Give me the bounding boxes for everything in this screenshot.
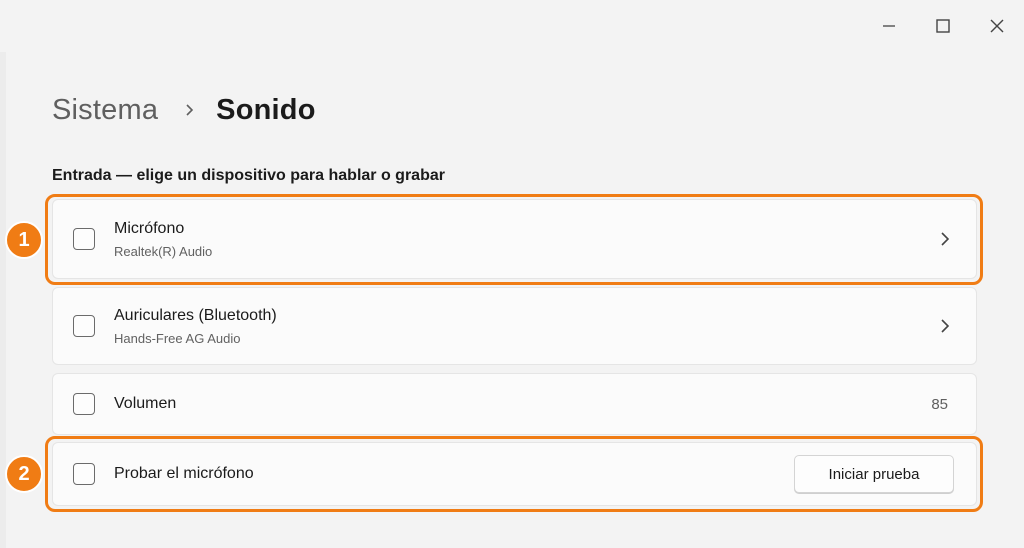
volume-text: Volumen	[114, 395, 176, 413]
chevron-right-icon	[184, 103, 194, 117]
volume-card: Volumen 85	[52, 373, 977, 435]
section-heading: Entrada — elige un dispositivo para habl…	[52, 167, 445, 184]
test-microphone-text: Probar el micrófono	[114, 465, 254, 483]
microphone-device-card[interactable]: Micrófono Realtek(R) Audio	[52, 199, 977, 279]
test-microphone-title: Probar el micrófono	[114, 465, 254, 482]
step-marker-1: 1	[5, 221, 43, 259]
headset-title: Auriculares (Bluetooth)	[114, 306, 277, 324]
start-test-button[interactable]: Iniciar prueba	[794, 455, 954, 493]
headset-device-card[interactable]: Auriculares (Bluetooth) Hands-Free AG Au…	[52, 287, 977, 365]
microphone-text: Micrófono Realtek(R) Audio	[114, 220, 212, 259]
breadcrumb: Sistema Sonido	[52, 88, 316, 132]
breadcrumb-parent-sistema[interactable]: Sistema	[52, 94, 158, 127]
microphone-subtitle: Realtek(R) Audio	[114, 243, 213, 259]
maximize-icon	[936, 19, 950, 33]
volume-value: 85	[931, 395, 948, 413]
title-bar-controls	[862, 0, 1024, 52]
chevron-right-icon	[941, 319, 950, 333]
test-microphone-card: Probar el micrófono Iniciar prueba	[52, 442, 977, 506]
volume-title: Volumen	[114, 395, 177, 412]
microphone-title: Micrófono	[114, 219, 185, 237]
microphone-checkbox[interactable]	[73, 228, 95, 250]
test-microphone-checkbox[interactable]	[73, 463, 95, 485]
headset-subtitle: Hands-Free AG Audio	[114, 330, 241, 346]
close-icon	[990, 19, 1004, 33]
maximize-button[interactable]	[916, 0, 970, 52]
step-marker-2: 2	[5, 455, 43, 493]
settings-window: Sistema Sonido Entrada — elige un dispos…	[0, 0, 1024, 548]
minimize-icon	[883, 25, 895, 27]
minimize-button[interactable]	[862, 0, 916, 52]
page-title: Sonido	[216, 93, 316, 126]
volume-checkbox[interactable]	[73, 393, 95, 415]
headset-text: Auriculares (Bluetooth) Hands-Free AG Au…	[114, 307, 277, 346]
headset-checkbox[interactable]	[73, 315, 95, 337]
chevron-right-icon	[941, 232, 950, 246]
close-button[interactable]	[970, 0, 1024, 52]
